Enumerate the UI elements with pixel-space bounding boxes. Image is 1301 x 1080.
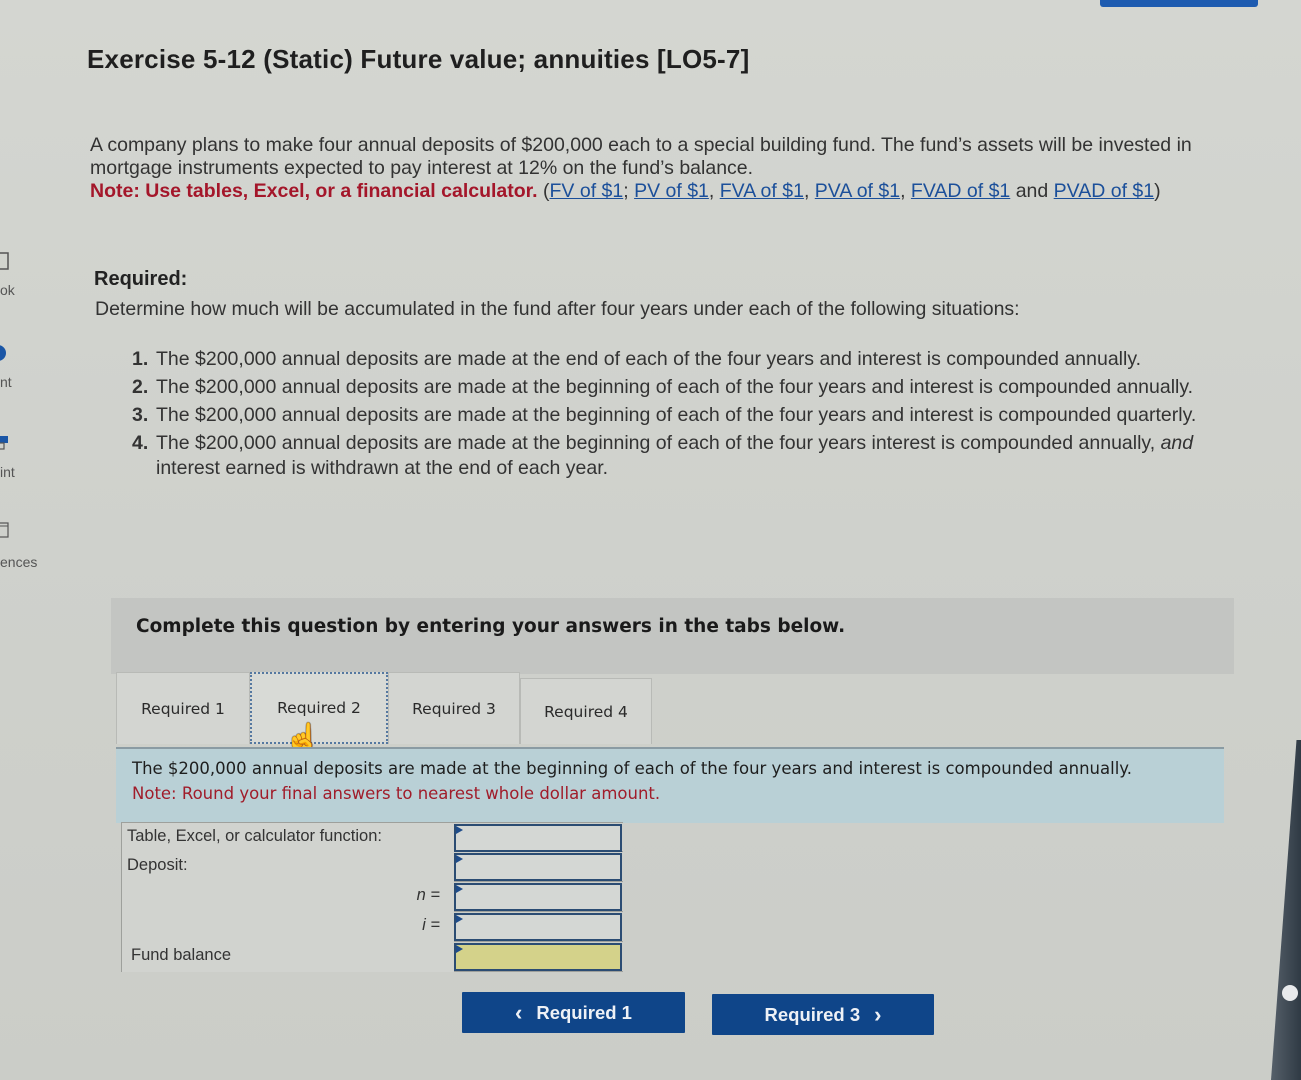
panel-description: The $200,000 annual deposits are made at… — [132, 759, 1132, 778]
row-label: Deposit: — [121, 852, 454, 882]
requirement-number: 3. — [132, 404, 149, 426]
requirement-item: 2. The $200,000 annual deposits are made … — [132, 375, 1232, 400]
monitor-bezel — [1271, 740, 1301, 1080]
link-separator: , — [803, 180, 815, 202]
problem-intro: A company plans to make four annual depo… — [90, 134, 1240, 203]
requirement-emphasis: and — [1160, 432, 1194, 454]
exercise-title: Exercise 5-12 (Static) Future value; ann… — [87, 44, 750, 74]
note-text: Note: Use tables, Excel, or a financial … — [90, 180, 538, 202]
requirement-number: 4. — [132, 432, 149, 454]
requirement-text: The $200,000 annual deposits are made at… — [156, 376, 1194, 398]
links-open-paren: ( — [537, 180, 550, 202]
link-fvad-of-1[interactable]: FVAD of $1 — [911, 180, 1010, 202]
i-field[interactable] — [456, 915, 620, 939]
link-pva-of-1[interactable]: PVA of $1 — [815, 180, 900, 202]
link-separator: and — [1010, 180, 1054, 202]
next-required-button[interactable]: Required 3 › — [712, 994, 934, 1035]
answer-row-i: i = — [121, 912, 623, 942]
tab-content-panel: The $200,000 annual deposits are made at… — [116, 747, 1224, 823]
next-button-label: Required 3 — [764, 1003, 861, 1025]
answer-table: Table, Excel, or calculator function: De… — [121, 822, 623, 972]
row-label: i = — [121, 912, 454, 942]
answer-row-deposit: Deposit: — [121, 852, 623, 882]
chevron-right-icon: › — [874, 1001, 882, 1027]
row-label: n = — [121, 882, 454, 912]
instructions-bar: Complete this question by entering your … — [111, 598, 1234, 674]
prev-button-label: Required 1 — [536, 1001, 632, 1023]
requirement-item: 1. The $200,000 annual deposits are made … — [132, 347, 1232, 372]
prev-required-button[interactable]: ‹ Required 1 — [462, 992, 685, 1033]
requirements-list: 1. The $200,000 annual deposits are made … — [132, 347, 1232, 484]
required-description: Determine how much will be accumulated i… — [95, 298, 1020, 320]
n-field[interactable] — [456, 885, 620, 909]
answer-row-function: Table, Excel, or calculator function: — [121, 822, 623, 853]
panel-note: Note: Round your final answers to neares… — [132, 784, 661, 803]
top-blue-bar — [1100, 0, 1258, 7]
tab-required-4[interactable]: Required 4 — [520, 678, 652, 744]
row-label: Fund balance — [121, 942, 454, 972]
sidebar-label: ok — [0, 282, 15, 298]
i-input[interactable] — [454, 913, 622, 941]
chevron-left-icon: ‹ — [515, 999, 523, 1025]
link-fva-of-1[interactable]: FVA of $1 — [720, 180, 804, 202]
link-separator: , — [708, 180, 720, 202]
hint-icon — [0, 345, 6, 361]
bezel-light — [1282, 985, 1298, 1001]
requirement-number: 1. — [132, 348, 149, 370]
requirement-item: 3. The $200,000 annual deposits are made … — [132, 403, 1232, 428]
print-icon — [0, 436, 8, 450]
link-pv-of-1[interactable]: PV of $1 — [634, 180, 709, 202]
instructions-text: Complete this question by entering your … — [136, 616, 846, 637]
fund-balance-field[interactable] — [456, 945, 620, 969]
requirement-text: The $200,000 annual deposits are made at… — [156, 432, 1161, 454]
link-separator: , — [900, 180, 911, 202]
requirement-text: The $200,000 annual deposits are made at… — [156, 348, 1142, 370]
tab-required-3[interactable]: Required 3 — [388, 672, 520, 744]
screen: ok nt int ences Exercise 5-12 (Static) F… — [0, 0, 1301, 1080]
link-close-paren: ) — [1154, 180, 1161, 202]
fund-balance-input[interactable] — [454, 943, 622, 971]
link-pvad-of-1[interactable]: PVAD of $1 — [1054, 180, 1154, 202]
answer-row-fund-balance: Fund balance — [121, 942, 623, 972]
requirement-text: interest earned is withdrawn at the end … — [156, 457, 609, 479]
link-separator: ; — [623, 180, 635, 202]
book-icon — [0, 252, 9, 270]
function-field[interactable] — [456, 826, 620, 850]
function-input[interactable] — [454, 824, 622, 852]
row-label: Table, Excel, or calculator function: — [121, 823, 454, 853]
answer-row-n: n = — [121, 882, 623, 912]
references-icon — [0, 522, 9, 538]
tab-required-1[interactable]: Required 1 — [116, 672, 250, 744]
deposit-field[interactable] — [456, 855, 620, 879]
requirement-item: 4. The $200,000 annual deposits are made … — [132, 431, 1232, 481]
intro-text: A company plans to make four annual depo… — [90, 134, 1192, 179]
sidebar-label: ences — [0, 554, 38, 570]
sidebar-label: nt — [0, 374, 12, 390]
requirement-text: The $200,000 annual deposits are made at… — [156, 404, 1197, 426]
sidebar-label: int — [0, 464, 15, 480]
requirement-number: 2. — [132, 376, 149, 398]
deposit-input[interactable] — [454, 853, 622, 881]
n-input[interactable] — [454, 883, 622, 911]
link-fv-of-1[interactable]: FV of $1 — [550, 180, 624, 202]
required-heading: Required: — [94, 268, 188, 290]
